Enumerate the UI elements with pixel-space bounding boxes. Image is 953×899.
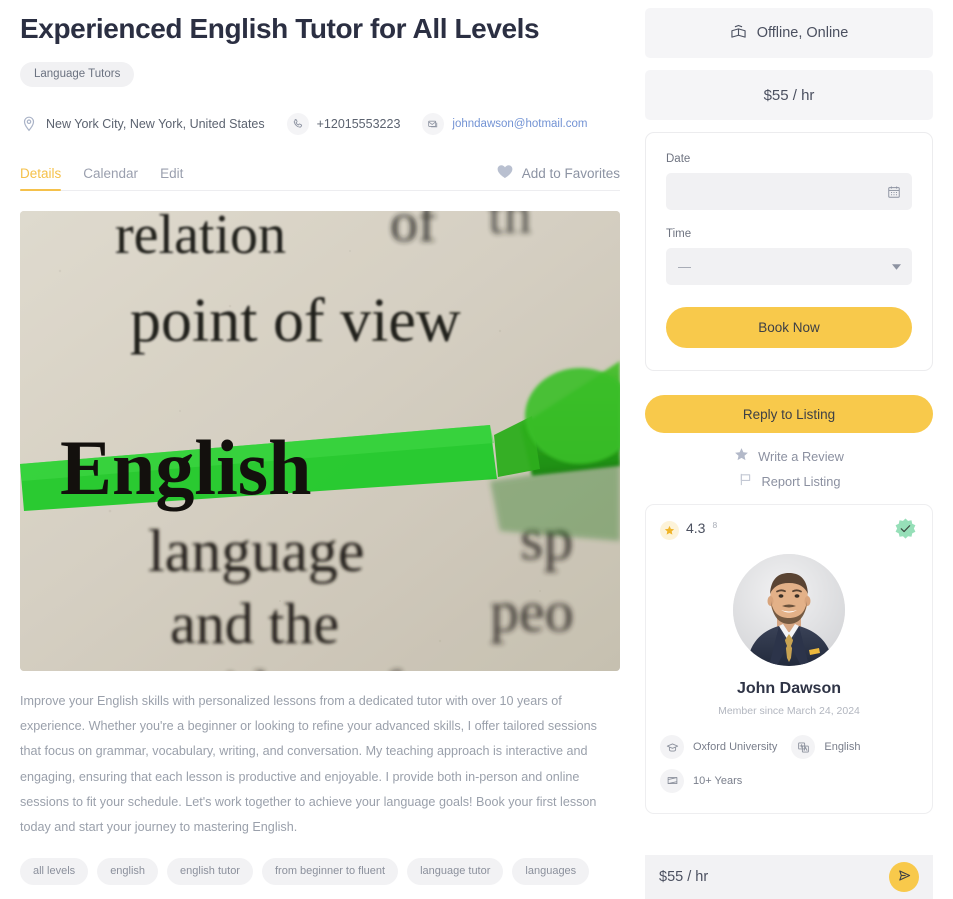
tabs: Details Calendar Edit <box>20 157 183 192</box>
tab-edit[interactable]: Edit <box>160 166 183 190</box>
author-profile-card: 4.3 8 John Dawson Member since March 24,… <box>645 504 933 814</box>
profile-name: John Dawson <box>736 680 841 697</box>
location-text: New York City, New York, United States <box>46 117 265 132</box>
tabs-bar: Details Calendar Edit Add to Favorites <box>20 157 620 192</box>
category-badge-row: Language Tutors <box>20 61 620 88</box>
rating-count: 8 <box>712 519 718 530</box>
profile-card-header: 4.3 8 <box>660 517 918 542</box>
graduation-cap-icon <box>660 735 684 759</box>
listing-meta: New York City, New York, United States +… <box>20 113 620 136</box>
info-education: Oxford University <box>660 735 777 759</box>
add-to-favorites-label: Add to Favorites <box>521 165 620 181</box>
price-label: $55 / hr <box>763 86 815 104</box>
verified-badge-icon <box>893 517 918 542</box>
email-meta[interactable]: johndawson@hotmail.com <box>422 113 587 136</box>
send-icon <box>897 868 912 886</box>
phone-icon <box>286 113 309 136</box>
listing-description: Improve your English skills with persona… <box>20 694 597 835</box>
add-to-favorites-button[interactable]: Add to Favorites <box>497 164 620 190</box>
service-mode-label: Offline, Online <box>756 25 849 41</box>
member-since: Member since March 24, 2024 <box>718 705 860 717</box>
profile-info-grid: Oxford University English 10+ Years <box>660 735 918 793</box>
tag-item[interactable]: from beginner to fluent <box>261 858 399 886</box>
sticky-price: $55 / hr <box>659 869 709 885</box>
experience-icon <box>660 769 684 793</box>
info-language: English <box>791 735 860 759</box>
heart-icon <box>497 164 513 182</box>
book-now-button[interactable]: Book Now <box>666 307 912 348</box>
phone-text[interactable]: +12015553223 <box>317 117 401 131</box>
rating-badge: 4.3 8 <box>660 520 717 540</box>
phone-meta[interactable]: +12015553223 <box>286 113 401 136</box>
sidebar: Offline, Online $55 / hr Date Time — Boo… <box>640 0 953 899</box>
info-education-label: Oxford University <box>693 741 778 753</box>
calendar-icon[interactable] <box>887 185 901 199</box>
date-input[interactable] <box>666 173 912 210</box>
booking-card: Date Time — Book Now <box>645 132 933 371</box>
date-label: Date <box>666 153 691 165</box>
write-a-review-button[interactable]: Write a Review <box>734 447 844 465</box>
reply-to-listing-button[interactable]: Reply to Listing <box>645 395 933 433</box>
chevron-down-icon[interactable] <box>892 263 901 270</box>
translate-icon <box>791 735 816 759</box>
tag-item[interactable]: all levels <box>20 858 89 886</box>
write-a-review-label: Write a Review <box>758 448 844 464</box>
sidebar-actions: Write a Review Report Listing <box>645 447 933 490</box>
tab-details[interactable]: Details <box>20 166 62 192</box>
sticky-booking-bar: $55 / hr <box>645 855 933 899</box>
page-title: Experienced English Tutor for All Levels <box>20 13 540 44</box>
open-book-icon <box>730 24 747 43</box>
flag-icon <box>738 472 753 490</box>
tag-item[interactable]: language tutor <box>407 858 504 886</box>
location-meta: New York City, New York, United States <box>20 115 265 133</box>
rating-star-icon <box>660 520 679 540</box>
listing-tags: all levels english english tutor from be… <box>20 858 620 886</box>
report-listing-label: Report Listing <box>761 473 841 489</box>
info-experience: 10+ Years <box>660 769 777 793</box>
send-message-button[interactable] <box>889 862 919 892</box>
star-icon <box>734 447 749 465</box>
time-select[interactable]: — <box>666 248 912 285</box>
service-mode-pill: Offline, Online <box>645 8 933 58</box>
map-pin-icon <box>20 115 38 133</box>
main-content: Experienced English Tutor for All Levels… <box>0 0 640 899</box>
tag-item[interactable]: english <box>97 858 159 886</box>
time-label: Time <box>666 228 692 240</box>
tag-item[interactable]: languages <box>512 858 590 886</box>
time-select-value: — <box>678 259 691 274</box>
listing-detail-page: Experienced English Tutor for All Levels… <box>0 0 953 899</box>
mail-icon <box>422 113 445 136</box>
info-experience-label: 10+ Years <box>693 775 743 787</box>
category-badge[interactable]: Language Tutors <box>20 61 135 88</box>
listing-hero-image: relation of th point of view English lan… <box>20 211 620 672</box>
price-pill: $55 / hr <box>645 70 933 120</box>
rating-value: 4.3 <box>686 519 706 536</box>
avatar[interactable] <box>733 554 845 666</box>
info-language-label: English <box>824 741 861 753</box>
email-link[interactable]: johndawson@hotmail.com <box>452 118 587 130</box>
report-listing-button[interactable]: Report Listing <box>738 472 841 490</box>
tab-calendar[interactable]: Calendar <box>83 166 138 190</box>
tag-item[interactable]: english tutor <box>167 858 253 886</box>
